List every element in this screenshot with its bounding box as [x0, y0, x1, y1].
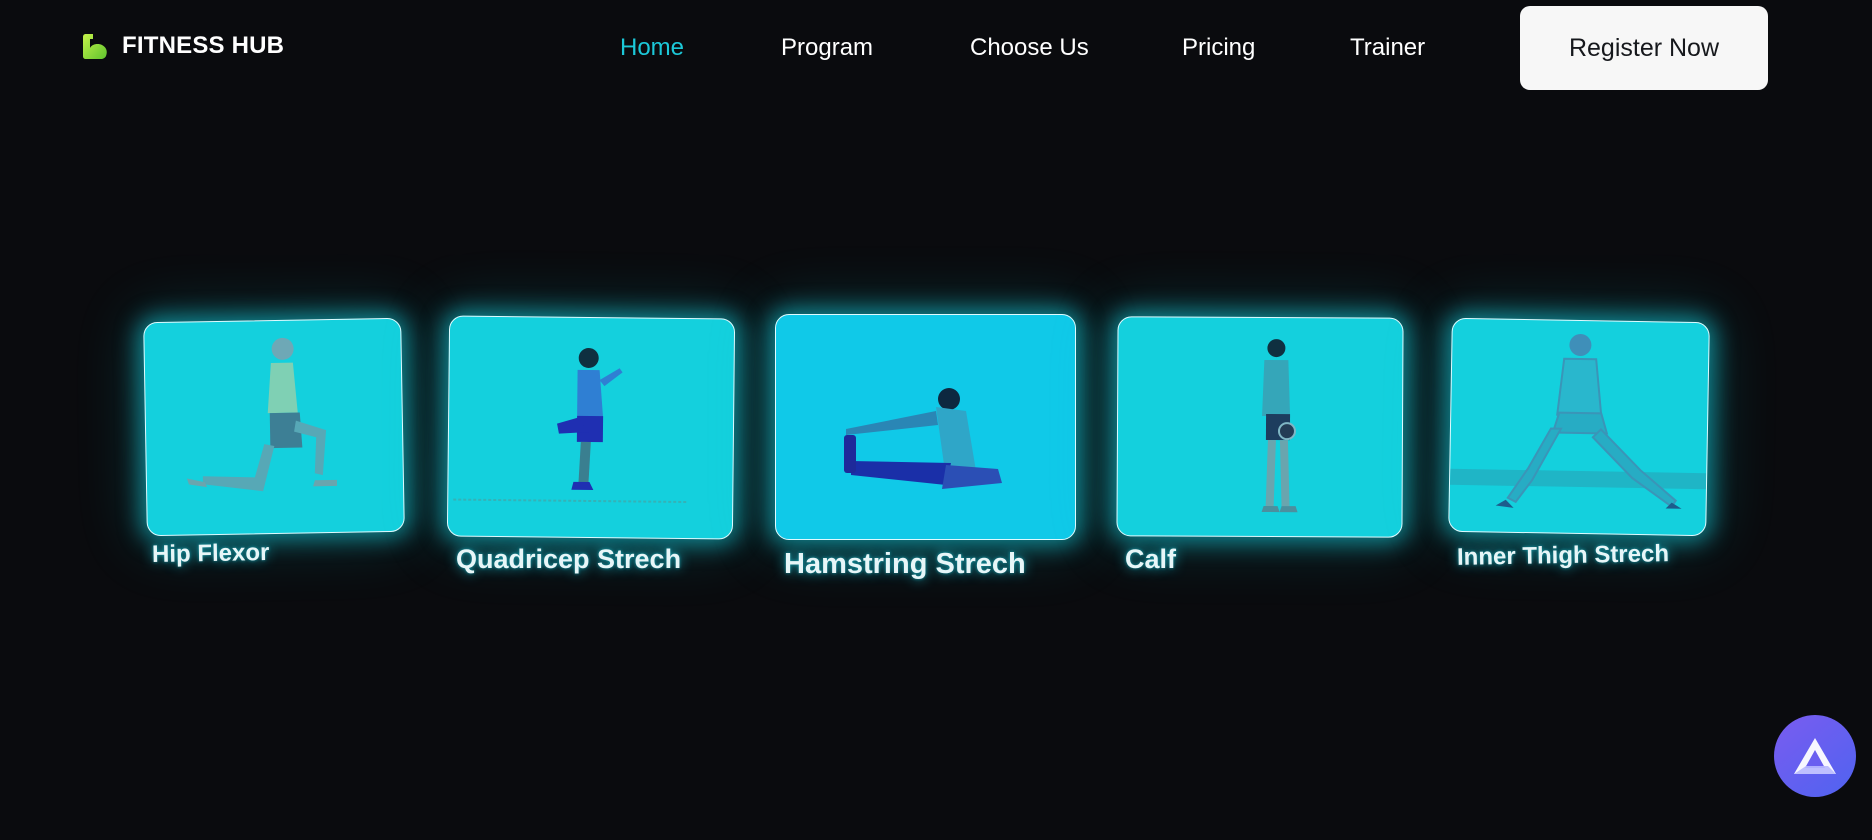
stretch-label-inner-thigh: Inner Thigh Strech	[1456, 540, 1670, 571]
stretch-label-hamstring: Hamstring Strech	[784, 548, 1026, 580]
standing-calf-figure	[1261, 339, 1298, 513]
standing-quad-stretch-figure	[453, 347, 689, 504]
nav-program[interactable]: Program	[781, 34, 873, 62]
stretch-label-calf: Calf	[1125, 544, 1177, 574]
seated-hamstring-stretch-figure	[844, 388, 1002, 489]
main-nav: Home Program Choose Us Pricing Trainer R…	[0, 0, 1872, 100]
stretch-card-inner-thigh[interactable]	[1448, 317, 1710, 537]
kneeling-lunge-figure	[186, 337, 338, 492]
stretch-label-quadricep: Quadricep Strech	[456, 544, 682, 574]
assistant-logo-icon	[1794, 738, 1836, 774]
assistant-widget-button[interactable]	[1774, 715, 1856, 797]
stretch-card-hip-flexor[interactable]	[143, 317, 405, 537]
nav-home[interactable]: Home	[620, 34, 684, 62]
side-lunge-figure	[1449, 334, 1707, 509]
stretch-card-calf[interactable]	[1116, 316, 1404, 538]
register-button[interactable]: Register Now	[1520, 6, 1768, 90]
stretch-card-hamstring[interactable]	[775, 314, 1076, 540]
stretch-label-hip-flexor: Hip Flexor	[151, 538, 270, 569]
nav-choose-us[interactable]: Choose Us	[970, 34, 1089, 62]
nav-pricing[interactable]: Pricing	[1182, 34, 1255, 62]
nav-trainer[interactable]: Trainer	[1350, 34, 1425, 62]
stretch-card-quadricep[interactable]	[446, 315, 736, 540]
